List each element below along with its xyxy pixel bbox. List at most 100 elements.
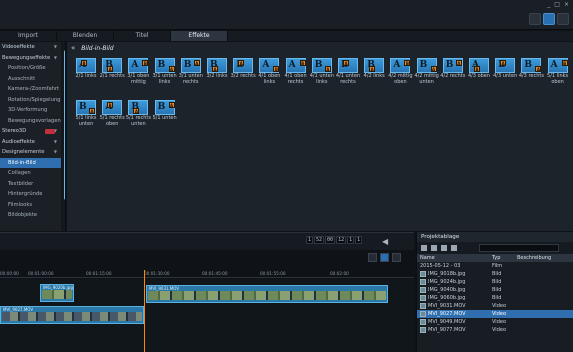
effect-tile[interactable]: AB2/1 links [73, 58, 99, 96]
effect-tile[interactable]: A B 5/1 links oben [545, 58, 571, 96]
file-row[interactable]: MVI_9049.MOV Video [417, 318, 573, 326]
file-row[interactable]: MVI_9031.MOV Video [417, 302, 573, 310]
sidebar-item[interactable]: Textbilder [0, 179, 65, 190]
download-icon[interactable] [421, 245, 427, 251]
chevron-down-icon[interactable]: ▼ [54, 147, 57, 158]
effect-tile[interactable]: BA3/2 rechts [230, 58, 256, 96]
effect-tile[interactable]: A B 3/1 oben mittig [125, 58, 151, 96]
sidebar-item[interactable]: Stereo3D ▼ [0, 126, 65, 137]
file-row[interactable]: 2015-05-12 - 03 Film [417, 262, 573, 270]
grid-icon[interactable] [441, 245, 447, 251]
timecode-field[interactable]: 1 [306, 236, 314, 244]
sidebar-item[interactable]: Filmlooks [0, 200, 65, 211]
effect-tile[interactable]: BA4/1 unten rechts [335, 58, 361, 96]
effect-tile[interactable]: B A 3/1 unten rechts [178, 58, 204, 96]
effect-tile[interactable]: B A 4/2 mittig unten [414, 58, 440, 96]
sidebar-scrollbar[interactable] [61, 42, 65, 231]
chevron-down-icon[interactable]: ▼ [54, 53, 57, 64]
file-type: Video [492, 311, 507, 317]
effect-tile[interactable]: B A 5/1 unten [152, 100, 178, 138]
edit-mode-icon[interactable] [543, 13, 555, 25]
effect-tile[interactable]: B A 4/2 links [361, 58, 387, 96]
scrollbar-thumb[interactable] [64, 50, 65, 200]
sidebar-item[interactable]: Bewegungsvorlagen [0, 116, 65, 127]
file-row[interactable]: MVI_9077.MOV Video [417, 326, 573, 334]
volume-icon[interactable]: ◀ [382, 237, 388, 246]
file-name: IMG_9018b.jpg [428, 271, 466, 277]
tab-titel[interactable]: Titel [114, 31, 171, 41]
sidebar-item[interactable]: Ausschnitt [0, 74, 65, 85]
col-description[interactable]: Beschreibung [517, 255, 551, 261]
col-name[interactable]: Name [420, 255, 435, 261]
chevron-down-icon[interactable]: ▼ [54, 42, 57, 53]
effect-tile[interactable]: AB5/1 rechts oben [99, 100, 125, 138]
sidebar-item[interactable]: Bewegungseffekte ▼ [0, 53, 65, 64]
effect-tile[interactable]: B A 3/2 links [204, 58, 230, 96]
timecode-field[interactable]: 52 [314, 236, 325, 244]
effect-thumbnail: AB [469, 58, 489, 73]
effect-tile[interactable]: A B 4/1 oben rechts [283, 58, 309, 96]
view-toggle-icon[interactable] [368, 253, 377, 262]
folder-icon[interactable] [431, 245, 437, 251]
chevron-down-icon[interactable]: ▼ [54, 137, 57, 148]
timeline-ruler[interactable]: 00:00:00 00:01:00:00 00:01:15:00 00:01:30:0… [0, 270, 414, 278]
effect-tile[interactable]: B A 4/1 unten links [309, 58, 335, 96]
file-row[interactable]: MVI_9027.MOV Video [417, 310, 573, 318]
effect-label: 3/2 rechts [230, 73, 256, 79]
timecode-field[interactable]: 00 [325, 236, 336, 244]
list-icon[interactable] [451, 245, 457, 251]
timecode-field[interactable]: 1 [347, 236, 355, 244]
clip-thumbnails [2, 312, 142, 321]
effect-tile[interactable]: A B 4/2 mittig oben [387, 58, 413, 96]
sidebar-item[interactable]: Designelemente ▼ [0, 147, 65, 158]
monitor-icon[interactable] [529, 13, 541, 25]
effect-tile[interactable]: B A 4/3 rechts [518, 58, 544, 96]
effect-tile[interactable]: A B 4/3 oben [466, 58, 492, 96]
sidebar-item[interactable]: Videoeffekte ▼ [0, 42, 65, 53]
effect-tile[interactable]: B A 2/1 rechts [99, 58, 125, 96]
maximize-button[interactable]: □ [554, 1, 560, 8]
sidebar-item[interactable]: Collagen [0, 168, 65, 179]
sidebar-item[interactable]: 3D-Verformung [0, 105, 65, 116]
tab-blenden[interactable]: Blenden [57, 31, 114, 41]
timeline-clip[interactable]: MVI_9027.MOV [0, 306, 144, 324]
back-icon[interactable]: « [71, 44, 75, 52]
effect-tile[interactable]: BA4/3 unten [492, 58, 518, 96]
sidebar-item[interactable]: Bildobjekte [0, 210, 65, 221]
sidebar-item[interactable]: Kamera-/Zoomfahrt [0, 84, 65, 95]
storyboard-view-icon[interactable] [392, 253, 401, 262]
tab-import[interactable]: Import [0, 31, 57, 41]
timeline-clip[interactable]: IMG_9020b.jpg [40, 284, 74, 302]
effect-tile[interactable]: B A 3/1 unten links [152, 58, 178, 96]
timecode-field[interactable]: 12 [336, 236, 347, 244]
effect-thumbnail: BA [495, 58, 516, 73]
file-row[interactable]: IMG_9018b.jpg Bild [417, 270, 573, 278]
ruler-tick-label: 00:01:15:00 [86, 271, 112, 276]
playhead[interactable] [144, 270, 145, 352]
sidebar-item[interactable]: Audioeffekte ▼ [0, 137, 65, 148]
effect-tile[interactable]: A B 4/1 oben links [256, 58, 282, 96]
overlay-letter: B [142, 60, 149, 66]
close-button[interactable]: × [564, 1, 569, 8]
file-row[interactable]: IMG_9040b.jpg Bild [417, 286, 573, 294]
effect-tile[interactable]: B A 5/1 rechts unten [125, 100, 151, 138]
sidebar-item[interactable]: Bild-in-Bild [0, 157, 65, 168]
thumbnail-letter: B [419, 60, 428, 70]
project-search-input[interactable] [479, 244, 559, 252]
minimize-button[interactable]: _ [547, 1, 550, 8]
sidebar-item[interactable]: Rotation/Spiegelung [0, 95, 65, 106]
effect-label: 3/1 unten links [152, 73, 177, 85]
file-row[interactable]: IMG_9024b.jpg Bild [417, 278, 573, 286]
overlay-letter: B [299, 60, 306, 66]
timeline-view-icon[interactable] [380, 253, 389, 262]
tab-effekte[interactable]: Effekte [171, 31, 228, 41]
effect-tile[interactable]: B A 4/2 rechts [440, 58, 466, 96]
col-type[interactable]: Typ [492, 255, 500, 261]
effect-tile[interactable]: B A 5/1 links unten [73, 100, 99, 138]
sidebar-item[interactable]: Hintergründe [0, 189, 65, 200]
sidebar-item[interactable]: Position/Größe [0, 63, 65, 74]
export-icon[interactable] [557, 13, 569, 25]
file-row[interactable]: IMG_9060b.jpg Bild [417, 294, 573, 302]
timeline-clip[interactable]: MVI_9031.MOV [146, 285, 388, 303]
timecode-field[interactable]: 1 [355, 236, 363, 244]
